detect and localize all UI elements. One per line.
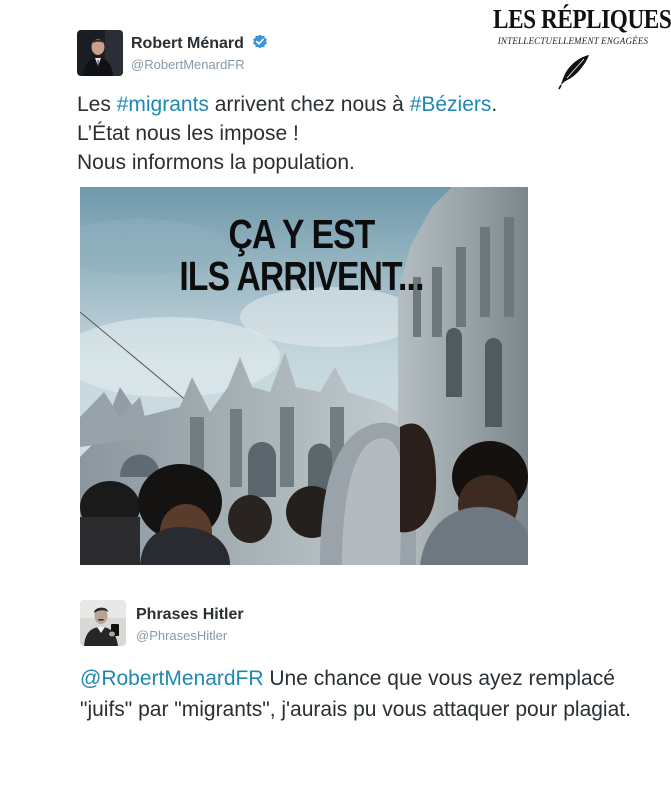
text-segment: Les	[77, 93, 117, 116]
tweet-text: Les #migrants arrivent chez nous à #Bézi…	[77, 90, 497, 177]
user-name[interactable]: Robert Ménard	[131, 34, 268, 53]
brand-logo: LES RÉPLIQUES INTELLECTUELLEMENT ENGAGÉE…	[480, 4, 671, 90]
user-handle[interactable]: @RobertMenardFR	[131, 57, 245, 72]
user-name[interactable]: Phrases Hitler	[136, 606, 244, 624]
quill-icon	[558, 55, 589, 90]
headline-line-1: ÇA Y EST	[228, 211, 375, 257]
avatar-photo	[80, 600, 126, 646]
hashtag-link[interactable]: #Béziers	[410, 93, 492, 116]
mention-link[interactable]: @RobertMenardFR	[80, 667, 264, 690]
tweet-line-2: L’État nous les impose !	[77, 122, 299, 145]
brand-title: LES RÉPLIQUES	[493, 4, 671, 34]
hashtag-link[interactable]: #migrants	[117, 93, 209, 116]
user-handle[interactable]: @PhrasesHitler	[136, 628, 227, 643]
headline-line-2: ILS ARRIVENT...	[179, 253, 424, 299]
verified-badge-icon	[253, 34, 268, 49]
brand-subtitle: INTELLECTUELLEMENT ENGAGÉES	[497, 36, 649, 46]
avatar[interactable]	[80, 600, 126, 646]
photo-headline: ÇA Y EST ILS ARRIVENT...	[118, 213, 485, 297]
tweet-line-1: Les #migrants arrivent chez nous à #Bézi…	[77, 90, 497, 119]
tweet-line-3: Nous informons la population.	[77, 151, 355, 174]
user-name-text: Robert Ménard	[131, 35, 244, 52]
reply-text: @RobertMenardFR Une chance que vous ayez…	[80, 663, 650, 725]
text-segment: .	[491, 93, 498, 116]
avatar-photo	[77, 30, 123, 76]
tweet-photo[interactable]: ÇA Y EST ILS ARRIVENT...	[80, 187, 528, 565]
avatar[interactable]	[77, 30, 123, 76]
text-segment: arrivent chez nous à	[208, 93, 410, 116]
